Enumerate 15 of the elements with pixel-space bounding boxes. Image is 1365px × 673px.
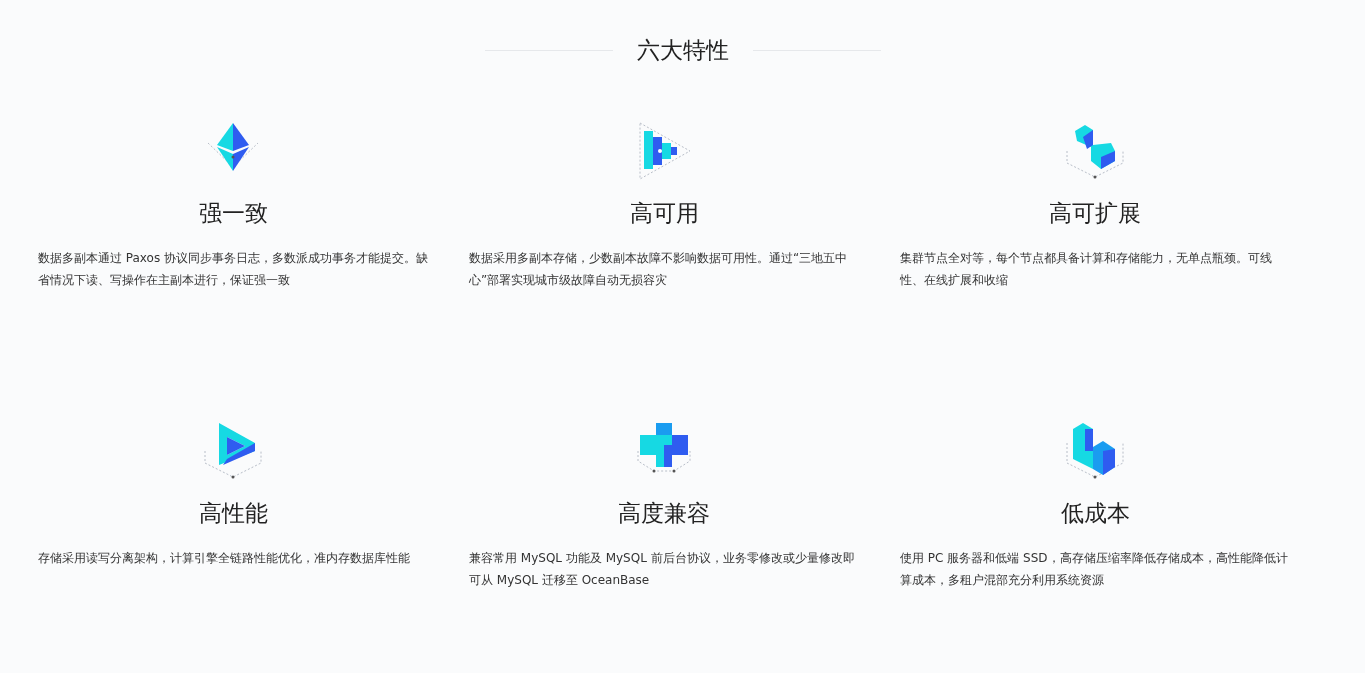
feature-description: 存储采用读写分离架构，计算引擎全链路性能优化，准内存数据库性能 [38, 550, 411, 567]
feature-description: 数据多副本通过 Paxos 协议同步事务日志，多数派成功事务才能提交。缺省情况下读、写操作在主副本进行，保证强一致 [38, 250, 428, 289]
stacked-cubes-icon [1065, 421, 1125, 481]
feature-title: 高可扩展 [1049, 199, 1141, 228]
feature-description: 使用 PC 服务器和低端 SSD，高存储压缩率降低存储成本，高性能降低计算成本，多租户混部充分利用系统资源 [900, 550, 1289, 589]
feature-title: 高性能 [198, 499, 268, 528]
feature-description: 集群节点全对等，每个节点都具备计算和存储能力，无单点瓶颈。可线性、在线扩展和收缩 [900, 250, 1273, 289]
feature-title: 低成本 [1060, 499, 1130, 528]
section-title: 六大特性 [636, 36, 729, 65]
feature-description: 数据采用多副本存储，少数副本故障不影响数据可用性。通过“三地五中心”部署实现城市级故障自动无损容灾 [469, 250, 849, 289]
feature-title: 高可用 [629, 199, 699, 228]
feature-description: 兼容常用 MySQL 功能及 MySQL 前后台协议，业务零修改或少量修改即可从 MySQL 迁移至 OceanBase [469, 550, 856, 589]
play-triangle-icon [203, 421, 263, 481]
feature-title: 高度兼容 [618, 499, 710, 528]
feature-title: 强一致 [198, 199, 268, 228]
